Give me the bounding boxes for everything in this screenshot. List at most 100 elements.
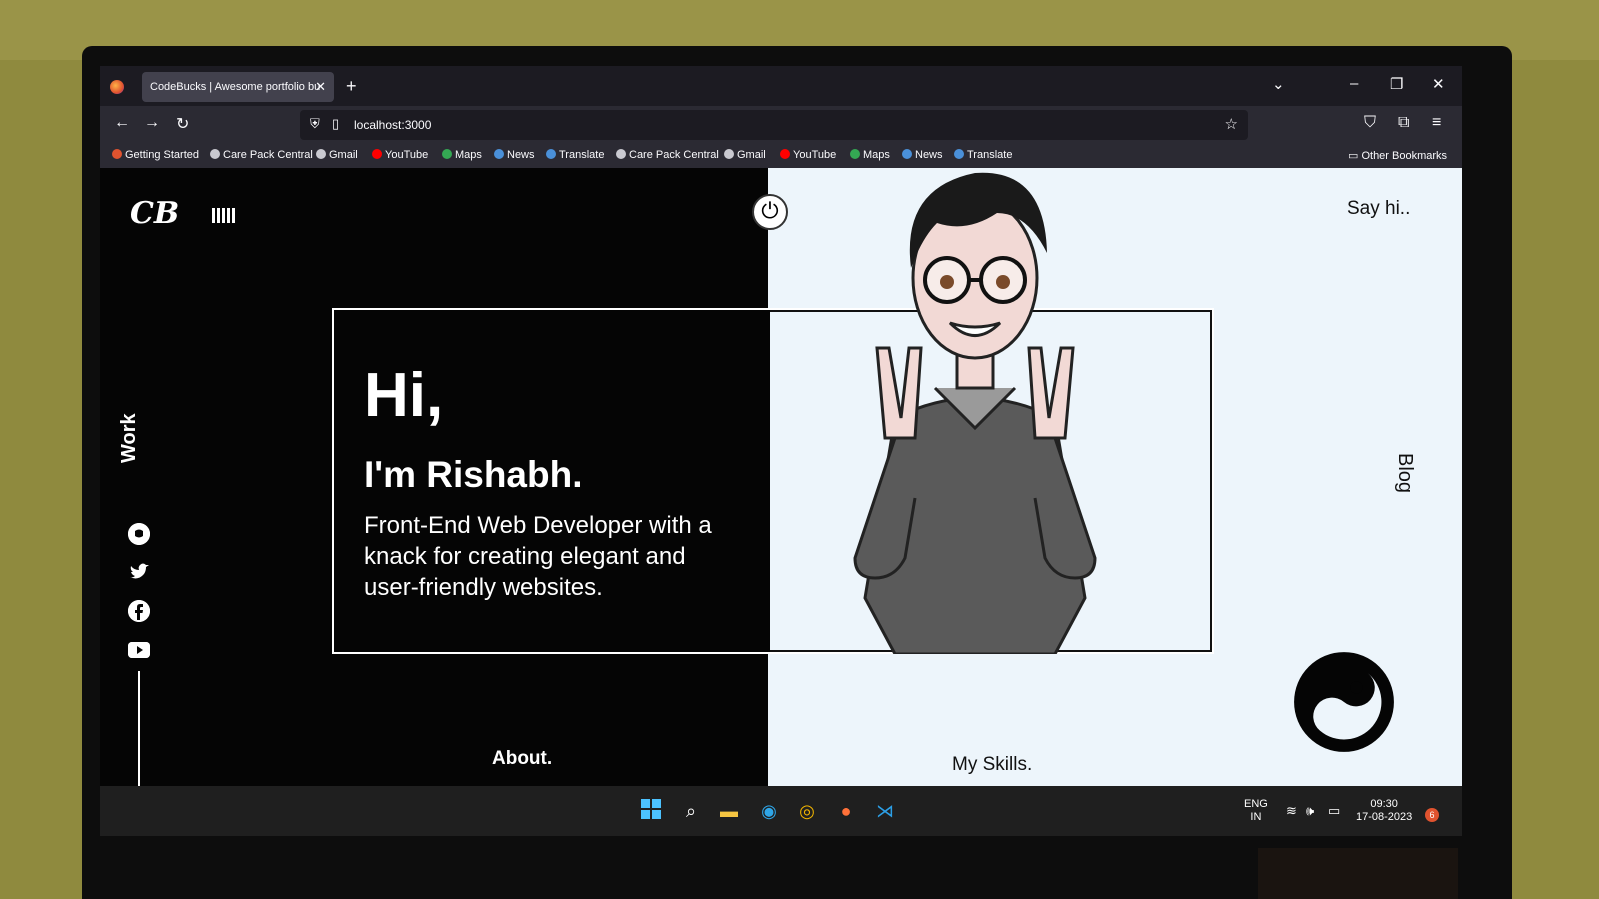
bookmark-item[interactable]: Gmail — [724, 149, 766, 161]
wifi-icon[interactable]: ≋ — [1286, 804, 1297, 817]
news-icon — [494, 149, 504, 159]
globe-icon — [210, 149, 220, 159]
close-icon[interactable]: ✕ — [315, 79, 326, 95]
navigation-bar: ← → ↻ ⛨ ▯ localhost:3000 ☆ ⛉ ⧉ ≡ — [100, 106, 1462, 144]
url-bar[interactable]: ⛨ ▯ localhost:3000 ☆ — [300, 110, 1248, 140]
bookmark-label: Getting Started — [125, 149, 199, 161]
bookmark-label: Translate — [559, 149, 605, 161]
bookmark-item[interactable]: Maps — [442, 149, 482, 161]
bookmark-item[interactable]: Maps — [850, 149, 890, 161]
bookmark-label: News — [507, 149, 535, 161]
url-text[interactable]: localhost:3000 — [354, 118, 431, 132]
bookmark-item[interactable]: Translate — [546, 149, 604, 161]
maps-icon — [442, 149, 452, 159]
reload-icon[interactable]: ↻ — [176, 114, 189, 134]
work-link[interactable]: Work — [118, 413, 141, 463]
extensions-icon[interactable]: ⧉ — [1398, 114, 1409, 132]
youtube-icon[interactable] — [128, 642, 150, 658]
bookmark-item[interactable]: YouTube — [372, 149, 428, 161]
google-icon — [316, 149, 326, 159]
tab-title: CodeBucks | Awesome portfolio bu — [150, 81, 321, 93]
clock-date: 17-08-2023 — [1356, 811, 1413, 823]
folder-icon: ▭ — [1348, 150, 1362, 162]
bookmark-item[interactable]: Translate — [954, 149, 1012, 161]
facebook-icon[interactable] — [128, 600, 150, 622]
bookmark-icon — [112, 149, 122, 159]
menu-icon[interactable]: ≡ — [1432, 114, 1441, 132]
site-logo[interactable]: CB — [130, 196, 179, 231]
search-icon[interactable]: ⌕ — [678, 798, 704, 824]
vscode-icon[interactable]: ⋊ — [872, 798, 898, 824]
other-bookmarks[interactable]: ▭ Other Bookmarks — [1348, 149, 1447, 162]
firefox-icon[interactable]: ● — [833, 798, 859, 824]
avatar-illustration — [853, 172, 1097, 654]
about-link[interactable]: About. — [492, 748, 552, 770]
hero-greeting: Hi, — [364, 361, 444, 430]
bookmark-label: News — [915, 149, 943, 161]
bookmark-item[interactable]: Care Pack Central — [616, 149, 719, 161]
power-icon[interactable]: ⏻ — [752, 194, 788, 230]
edge-icon[interactable]: ◉ — [756, 798, 782, 824]
bookmark-label: Maps — [863, 149, 890, 161]
youtube-icon — [780, 149, 790, 159]
github-icon[interactable] — [128, 523, 150, 545]
clock[interactable]: 09:30 17-08-2023 — [1356, 798, 1412, 824]
globe-icon — [616, 149, 626, 159]
firefox-icon — [110, 80, 124, 94]
bookmarks-bar: Getting Started Care Pack Central Gmail … — [100, 144, 1462, 168]
bookmark-item[interactable]: YouTube — [780, 149, 836, 161]
hero-tagline: Front-End Web Developer with a knack for… — [364, 512, 712, 601]
bookmark-label: Gmail — [329, 149, 358, 161]
taskbar: ⌕ ▬ ◉ ◎ ● ⋊ ENG IN ≋ 🕪 ▭ 09:30 17-08-202… — [100, 786, 1462, 836]
language-indicator[interactable]: ENG IN — [1244, 798, 1268, 824]
hero-name: I'm Rishabh. — [364, 454, 583, 495]
battery-icon[interactable]: ▭ — [1328, 804, 1340, 817]
restore-button[interactable]: ❐ — [1390, 75, 1403, 93]
hero-intro: Hi, I'm Rishabh. Front-End Web Developer… — [334, 310, 770, 652]
clock-time: 09:30 — [1370, 798, 1398, 810]
new-tab-button[interactable]: + — [346, 76, 357, 97]
bookmark-label: YouTube — [793, 149, 837, 161]
news-icon — [902, 149, 912, 159]
back-icon[interactable]: ← — [114, 114, 130, 132]
bookmark-item[interactable]: Care Pack Central — [210, 149, 313, 161]
bookmark-item[interactable]: News — [494, 149, 535, 161]
bookmark-item[interactable]: Gmail — [316, 149, 358, 161]
bookmark-label: Care Pack Central — [629, 149, 719, 161]
notification-badge[interactable]: 6 — [1425, 808, 1439, 822]
say-hi-link[interactable]: Say hi.. — [1347, 198, 1410, 220]
screen: CodeBucks | Awesome portfolio bu ✕ + ⌄ –… — [100, 66, 1462, 836]
bookmark-label: Maps — [455, 149, 482, 161]
theme-toggle-icon[interactable] — [1292, 650, 1396, 754]
bookmark-item[interactable]: News — [902, 149, 943, 161]
region-label: IN — [1250, 811, 1262, 823]
social-divider-line — [138, 671, 140, 786]
windows-start-icon[interactable] — [638, 798, 664, 824]
portfolio-page: CB ⏻ Say hi.. Work Blog Hi, I'm Rishabh.… — [100, 168, 1462, 786]
forward-icon[interactable]: → — [144, 114, 160, 132]
pocket-icon[interactable]: ⛉ — [1364, 114, 1376, 132]
language-label: ENG — [1244, 798, 1268, 810]
other-bookmarks-label: Other Bookmarks — [1361, 150, 1448, 162]
tab-codebucks[interactable]: CodeBucks | Awesome portfolio bu ✕ — [142, 72, 334, 102]
bookmark-label: Care Pack Central — [223, 149, 313, 161]
sound-toggle-icon[interactable] — [212, 208, 235, 223]
twitter-icon[interactable] — [128, 561, 150, 583]
bookmark-star-icon[interactable]: ☆ — [1225, 115, 1238, 133]
skills-link[interactable]: My Skills. — [952, 754, 1032, 776]
list-all-tabs-button[interactable]: ⌄ — [1272, 75, 1285, 93]
minimize-button[interactable]: – — [1350, 75, 1358, 92]
laptop-sticker — [1258, 848, 1458, 899]
tab-bar: CodeBucks | Awesome portfolio bu ✕ + ⌄ –… — [100, 66, 1462, 106]
tracking-shield-icon[interactable]: ⛨ — [310, 116, 320, 132]
file-explorer-icon[interactable]: ▬ — [716, 798, 742, 824]
bookmark-label: YouTube — [385, 149, 429, 161]
blog-link[interactable]: Blog — [1393, 453, 1416, 493]
chrome-icon[interactable]: ◎ — [794, 798, 820, 824]
maps-icon — [850, 149, 860, 159]
volume-icon[interactable]: 🕪 — [1306, 804, 1314, 817]
page-info-icon[interactable]: ▯ — [332, 116, 339, 132]
bookmark-label: Translate — [967, 149, 1013, 161]
bookmark-item[interactable]: Getting Started — [112, 149, 199, 161]
close-window-button[interactable]: ✕ — [1432, 75, 1445, 93]
